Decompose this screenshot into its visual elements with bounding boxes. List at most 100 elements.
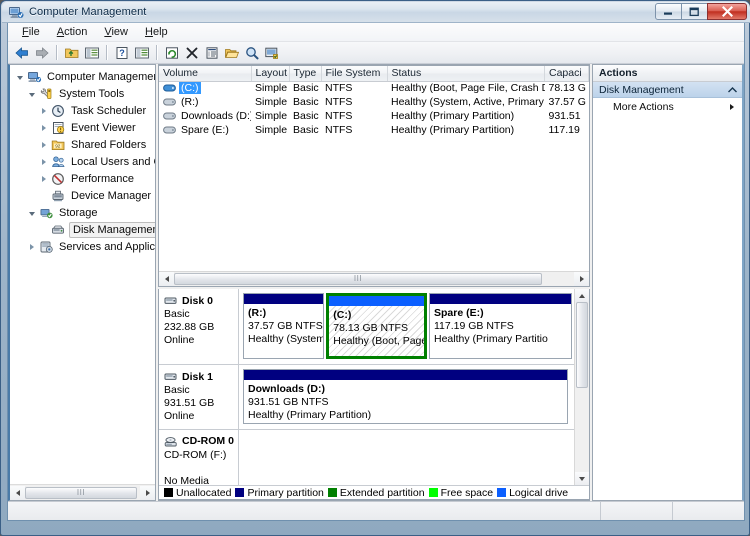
scroll-thumb[interactable] [576,302,588,388]
tree-expander-closed-icon[interactable] [25,240,38,253]
disk-info[interactable]: Disk 1 Basic 931.51 GB Online [159,365,239,429]
scroll-thumb[interactable]: III [174,273,542,285]
disk-info[interactable]: CD-ROM 0 CD-ROM (F:) No Media [159,429,239,487]
tree-expander-open-icon[interactable] [25,87,38,100]
sidebar-item-services-and-applications[interactable]: Services and Applications [10,238,155,255]
up-folder-icon[interactable] [62,43,81,62]
sidebar-item-performance[interactable]: Performance [10,170,155,187]
properties-icon[interactable] [202,43,221,62]
action-item-more-actions[interactable]: More Actions [593,98,742,115]
legend-swatch [235,488,245,497]
sidebar-item-shared-folders[interactable]: 92 Shared Folders [10,136,155,153]
partition-block[interactable]: (R:)37.57 GB NTFSHealthy (System, Activ [243,293,325,360]
close-button[interactable] [707,3,747,20]
event-viewer-icon [50,120,66,135]
menu-view[interactable]: View [96,24,136,41]
sidebar-item-local-users-and-groups[interactable]: Local Users and Groups [10,153,155,170]
legend-entry: Logical drive [497,487,568,499]
legend-swatch [327,488,337,497]
maximize-button[interactable] [681,3,708,20]
rescan-disks-icon[interactable] [262,43,281,62]
partition-color-bar [329,296,424,306]
sidebar-item-task-scheduler[interactable]: Task Scheduler [10,102,155,119]
sidebar-item-label: Performance [71,172,134,185]
disk-info[interactable]: Disk 0 Basic 232.88 GB Online [159,289,239,365]
sidebar-item-label: Task Scheduler [71,104,147,117]
tree-expander-closed-icon[interactable] [37,138,50,151]
partition-block[interactable]: Downloads (D:) 931.51 GB NTFS Healthy (Pri… [243,369,568,424]
partition-size: 931.51 GB NTFS [248,396,329,409]
open-folder-icon[interactable] [222,43,241,62]
show-hide-tree-icon[interactable] [82,43,101,62]
partition-color-bar [244,294,324,304]
chevron-right-icon[interactable] [730,103,734,110]
disk-size: 232.88 GB [164,321,215,333]
volume-cell-layout: Simple [255,96,288,108]
disk-management-icon [50,222,66,237]
minimize-button[interactable] [655,3,682,20]
scroll-down-button[interactable] [574,472,589,485]
sidebar-item-computer-management-local[interactable]: Computer Management (Local [10,68,155,85]
scroll-left-button[interactable] [159,272,174,286]
sidebar-item-disk-management[interactable]: Disk Management [10,221,155,238]
search-icon[interactable] [242,43,261,62]
back-icon[interactable] [12,43,31,62]
volume-column-header[interactable]: Layout [251,66,290,82]
chevron-up-icon[interactable] [728,84,737,96]
volume-cell-name[interactable]: Downloads (D:) [159,109,251,123]
menu-action[interactable]: Action [49,24,96,41]
partition-block[interactable]: (C:)78.13 GB NTFSHealthy (Boot, Page Fi [326,293,427,360]
menu-file[interactable]: FFileile [14,24,48,41]
refresh-icon[interactable] [162,43,181,62]
tree-expander-open-icon[interactable] [13,70,26,83]
menu-help[interactable]: Help [137,24,176,41]
volume-column-header[interactable]: Type [289,66,322,82]
volume-column-header[interactable]: File System [321,66,388,82]
window-title: Computer Management [29,6,147,18]
disk-vertical-scrollbar[interactable] [574,289,589,485]
tree-expander-closed-icon[interactable] [37,155,50,168]
disk-row[interactable]: Disk 1 Basic 931.51 GB Online Downloads (D:)… [159,365,574,430]
volume-cell-name[interactable]: Spare (E:) [159,123,251,137]
volume-row[interactable]: Spare (E:) Simple Basic NTFS Healthy (Primar… [159,123,589,137]
disk-management-pane: Volume Layout Type File System Status Capaci … [158,64,590,501]
partition-size: 117.19 GB NTFS [434,320,514,332]
volume-column-header[interactable]: Volume [159,66,252,82]
scroll-up-button[interactable] [574,289,589,302]
users-icon [50,154,66,169]
volume-row[interactable]: (C:) Simple Basic NTFS Healthy (Boot, Page F… [159,81,589,95]
scroll-right-button[interactable] [574,272,589,286]
sidebar-item-device-manager[interactable]: Device Manager [10,187,155,204]
volume-cell-name[interactable]: (R:) [159,95,251,109]
volume-column-header[interactable]: Status [387,66,545,82]
storage-icon [38,205,54,220]
scroll-thumb[interactable]: III [25,486,137,499]
legend-entry: Free space [428,487,493,499]
tree-expander-closed-icon[interactable] [37,104,50,117]
volume-cell-name[interactable]: (C:) [159,81,251,95]
forward-icon[interactable] [32,43,51,62]
volume-row[interactable]: (R:) Simple Basic NTFS Healthy (System, Acti… [159,95,589,109]
partition-size: 78.13 GB NTFS [333,322,408,334]
volume-cell-status: Healthy (Primary Partition) [391,124,515,136]
disk-row[interactable]: CD-ROM 0 CD-ROM (F:) No Media [159,429,574,487]
tree-expander-closed-icon[interactable] [37,172,50,185]
scroll-right-button[interactable] [140,485,155,500]
help-icon[interactable]: ? [112,43,131,62]
scroll-left-button[interactable] [10,485,25,500]
volume-column-header[interactable]: Capaci [544,66,589,82]
volume-list-horizontal-scrollbar[interactable]: III [159,271,589,286]
volume-label: (C:) [179,82,201,95]
tree-expander-closed-icon[interactable] [37,121,50,134]
sidebar-horizontal-scrollbar[interactable]: III [10,484,155,500]
actions-group-disk-management[interactable]: Disk Management [593,82,742,98]
partition-block[interactable]: Spare (E:) 117.19 GB NTFS Healthy (Primary… [429,293,572,360]
sidebar-item-event-viewer[interactable]: Event Viewer [10,119,155,136]
properties-list-icon[interactable] [132,43,151,62]
tree-expander-open-icon[interactable] [25,206,38,219]
sidebar-item-system-tools[interactable]: System Tools [10,85,155,102]
sidebar-item-storage[interactable]: Storage [10,204,155,221]
delete-icon[interactable] [182,43,201,62]
volume-row[interactable]: Downloads (D:) Simple Basic NTFS Healthy (Pr… [159,109,589,123]
disk-row[interactable]: Disk 0 Basic 232.88 GB Online (R:) 37.57 GB N… [159,289,574,366]
